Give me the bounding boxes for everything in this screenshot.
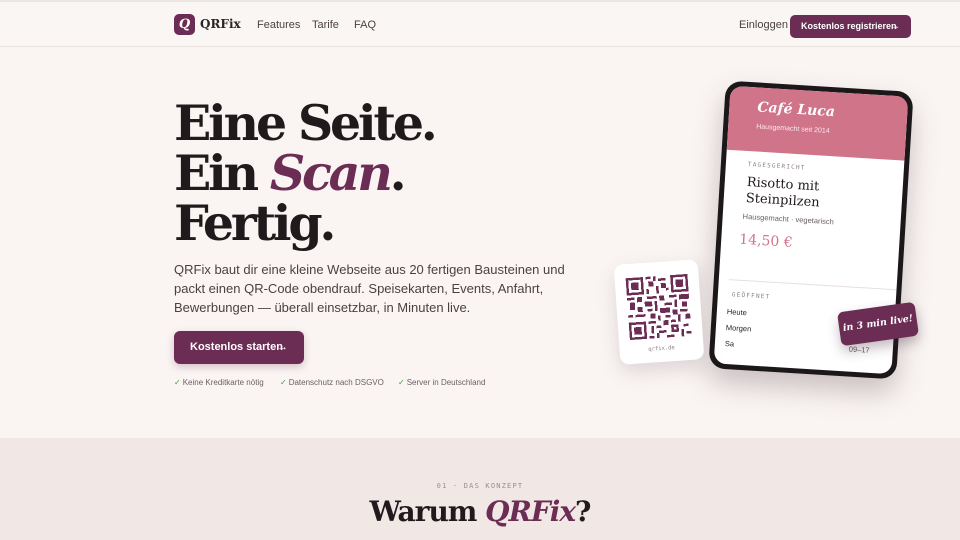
qr-code-icon (625, 273, 692, 341)
divider (728, 279, 897, 291)
cafe-subtitle: Hausgemacht seit 2014 (755, 123, 830, 135)
hero-headline-line-2: Ein Scan. (174, 148, 407, 198)
trust-item-label: Datenschutz nach DSGVO (288, 378, 384, 387)
headline-period: . (389, 144, 407, 202)
dish-name: Risotto mit Steinpilzen (745, 175, 821, 211)
qr-caption: qrfix.de (648, 344, 676, 353)
nav-link-features[interactable]: Features (257, 19, 300, 31)
register-button-label: Kostenlos registrieren (801, 21, 897, 31)
section-title-text: Warum (369, 495, 486, 528)
dish-price: 14,50 € (738, 231, 794, 251)
check-icon: ✓ (174, 378, 181, 387)
section-title: Warum QRFix? (0, 495, 960, 528)
section-title-emphasis: QRFix (485, 495, 576, 528)
top-navigation: Q QRFix Features Tarife FAQ Einloggen Ko… (0, 0, 960, 47)
hero-headline-line-1: Eine Seite. (174, 94, 438, 152)
trust-item-label: Server in Deutschland (406, 378, 486, 387)
start-free-button-label: Kostenlos starten (190, 341, 283, 353)
logo-icon[interactable]: Q (174, 14, 195, 35)
dish-meta: Hausgemacht · vegetarisch (742, 211, 835, 227)
hero-description: QRFix baut dir eine kleine Webseite aus … (174, 262, 565, 315)
nav-link-faq[interactable]: FAQ (354, 19, 376, 31)
nav-link-tarife[interactable]: Tarife (312, 19, 339, 31)
section-title-mark: ? (575, 495, 591, 528)
brand-name[interactable]: QRFix (200, 17, 241, 31)
hours-time-saturday: 09–17 (848, 344, 870, 355)
cafe-name: Café Luca (756, 99, 836, 121)
daily-dish-label: TAGESGERICHT (747, 161, 806, 172)
arrow-right-icon: → (890, 21, 900, 32)
hours-day-saturday: Sa (724, 338, 735, 349)
hours-day-today: Heute (726, 307, 748, 318)
hero-headline-line-3: Fertig. (174, 194, 336, 252)
trust-item-gdpr: ✓ Datenschutz nach DSGVO (280, 378, 384, 387)
phone-header: Café Luca Hausgemacht seit 2014 (726, 85, 909, 161)
trust-item-german-servers: ✓ Server in Deutschland (398, 378, 485, 387)
login-link[interactable]: Einloggen (739, 19, 788, 31)
hours-day-tomorrow: Morgen (725, 322, 752, 334)
check-icon: ✓ (280, 378, 287, 387)
trust-item-no-credit-card: ✓ Keine Kreditkarte nötig (174, 378, 264, 387)
check-icon: ✓ (398, 378, 405, 387)
arrow-right-icon: → (277, 341, 288, 353)
qr-code-card: qrfix.de (613, 259, 705, 365)
trust-item-label: Keine Kreditkarte nötig (182, 378, 264, 387)
register-button[interactable]: Kostenlos registrieren → (790, 15, 911, 38)
opening-hours-label: GEÖFFNET (731, 291, 771, 301)
start-free-button[interactable]: Kostenlos starten → (174, 331, 304, 364)
section-eyebrow: 01 · DAS KONZEPT (436, 482, 524, 490)
